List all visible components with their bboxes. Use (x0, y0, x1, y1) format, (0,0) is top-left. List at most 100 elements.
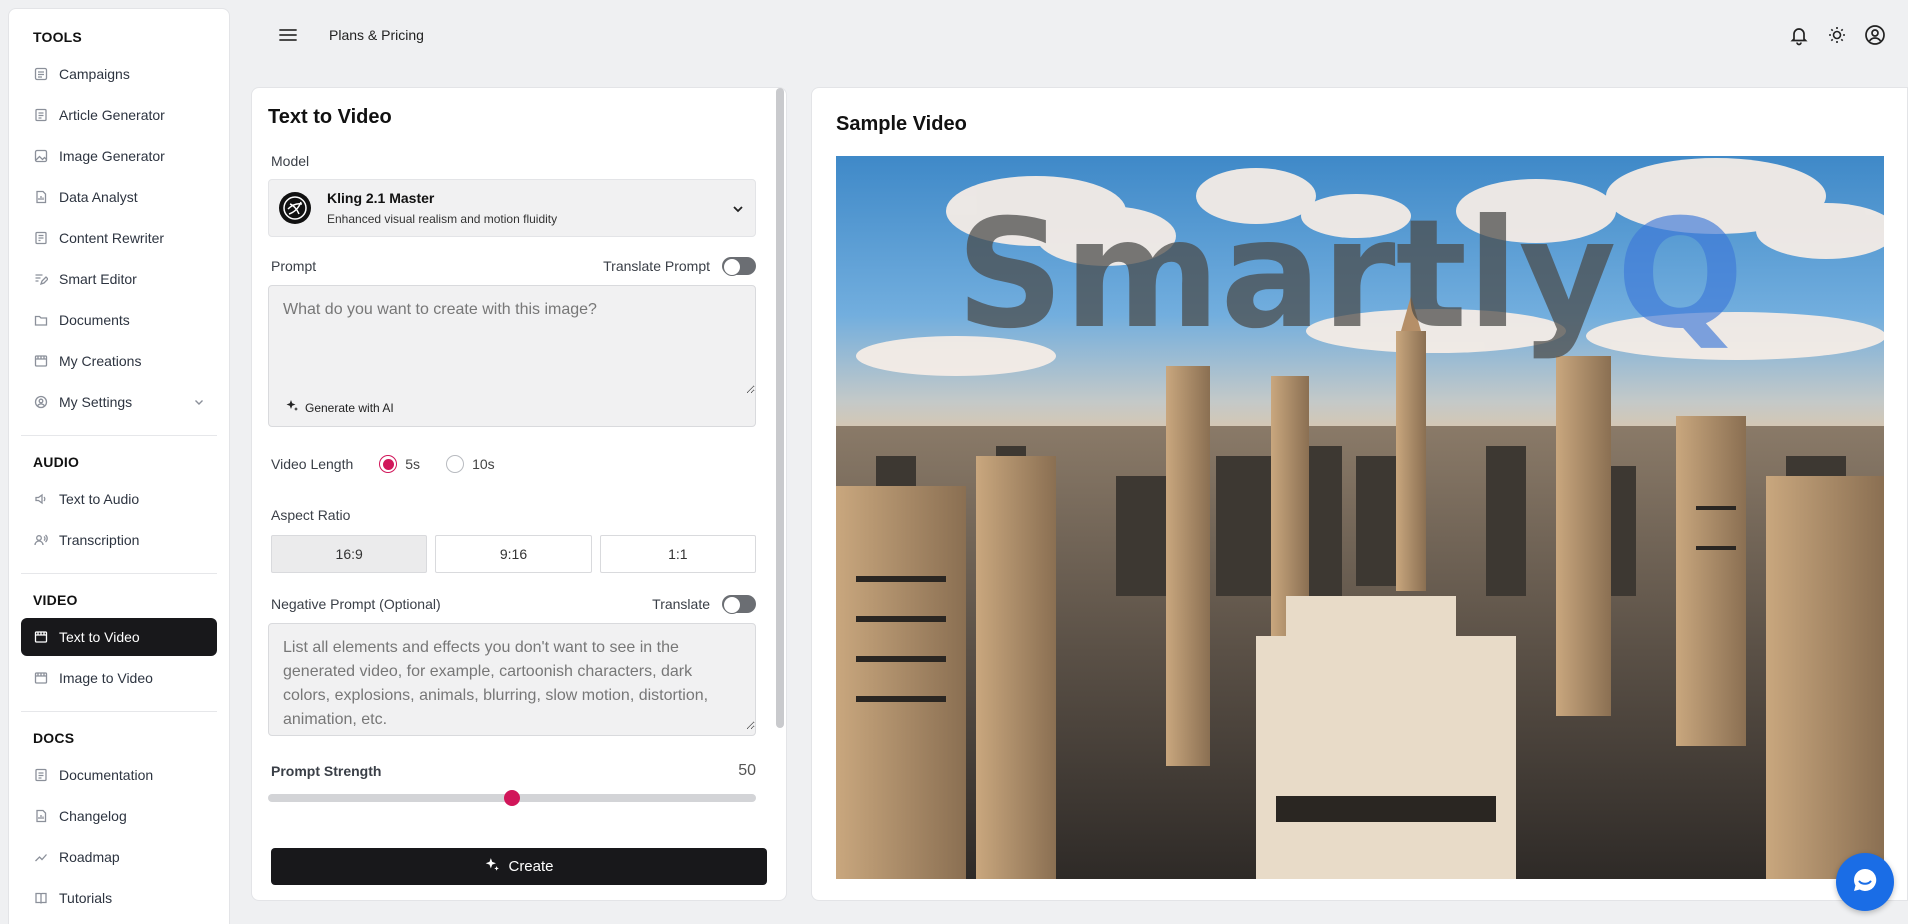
create-button[interactable]: Create (271, 848, 767, 885)
book-icon (33, 890, 49, 906)
negative-prompt-label: Negative Prompt (Optional) (271, 596, 441, 612)
model-name: Kling 2.1 Master (327, 190, 435, 206)
sidebar-item-roadmap[interactable]: Roadmap (21, 838, 217, 876)
sidebar-item-image-to-video[interactable]: Image to Video (21, 659, 217, 697)
form-heading: Text to Video (268, 106, 392, 128)
user-circle-icon (33, 394, 49, 410)
sidebar-divider (21, 573, 217, 574)
plans-pricing-link[interactable]: Plans & Pricing (329, 27, 424, 43)
kling-logo-icon (279, 192, 311, 224)
sidebar-item-my-creations[interactable]: My Creations (21, 342, 217, 380)
sidebar-item-label: Image Generator (59, 148, 165, 164)
chevron-down-icon (193, 395, 205, 411)
model-label: Model (271, 153, 310, 169)
prompt-input[interactable] (269, 286, 755, 394)
film-icon (33, 670, 49, 686)
smartlyq-watermark: SmartlyQ (956, 188, 1744, 362)
sidebar-item-data-analyst[interactable]: Data Analyst (21, 178, 217, 216)
prompt-strength-slider[interactable] (268, 790, 756, 806)
prompt-label: Prompt (271, 258, 317, 274)
generate-with-ai-button[interactable]: Generate with AI (269, 399, 755, 426)
preview-title: Sample Video (836, 113, 967, 135)
radio-10s[interactable] (446, 455, 465, 473)
sidebar-divider (21, 711, 217, 712)
sidebar-item-tutorials[interactable]: Tutorials (21, 879, 217, 917)
film-icon (33, 629, 49, 645)
section-title-video: VIDEO (33, 592, 78, 608)
video-length-label: Video Length (271, 456, 354, 472)
sidebar-item-text-to-audio[interactable]: Text to Audio (21, 480, 217, 518)
negative-prompt-box (268, 623, 756, 736)
sidebar-item-documents[interactable]: Documents (21, 301, 217, 339)
sidebar-divider (21, 435, 217, 436)
aspect-ratio-options: 16:9 9:16 1:1 (268, 535, 756, 573)
sidebar-item-label: Roadmap (59, 849, 120, 865)
generate-with-ai-label: Generate with AI (305, 400, 394, 415)
section-title-docs: DOCS (33, 730, 75, 746)
speaker-icon (33, 491, 49, 507)
account-icon[interactable] (1864, 24, 1886, 46)
sidebar-item-label: Transcription (59, 532, 140, 548)
model-select[interactable]: Kling 2.1 Master Enhanced visual realism… (268, 179, 756, 237)
aspect-16-9-button[interactable]: 16:9 (271, 535, 428, 573)
sidebar-item-my-settings[interactable]: My Settings (21, 383, 217, 421)
sparkle-icon (484, 857, 500, 877)
list-icon (33, 66, 49, 82)
topbar-actions (1788, 24, 1886, 46)
sidebar-item-label: Smart Editor (59, 271, 137, 287)
sidebar-item-label: Data Analyst (59, 189, 138, 205)
microphone-user-icon (33, 532, 49, 548)
edit-lines-icon (33, 271, 49, 287)
sidebar-item-content-rewriter[interactable]: Content Rewriter (21, 219, 217, 257)
text-to-video-panel: Text to Video Model Kling 2.1 Master Enh… (251, 87, 787, 901)
city-skyline-image: SmartlyQ (836, 156, 1884, 879)
prompt-strength-value: 50 (738, 762, 756, 779)
radio-5s[interactable] (379, 455, 398, 473)
negative-prompt-input[interactable] (269, 624, 755, 730)
sidebar-item-label: Image to Video (59, 670, 153, 686)
sidebar-item-smart-editor[interactable]: Smart Editor (21, 260, 217, 298)
panel-scrollbar[interactable] (776, 88, 784, 728)
translate-prompt-toggle[interactable] (722, 257, 756, 276)
aspect-ratio-label: Aspect Ratio (271, 507, 351, 523)
chat-icon (1850, 865, 1880, 900)
document-icon (33, 767, 49, 783)
sidebar-item-label: Tutorials (59, 890, 113, 906)
file-chart-icon (33, 808, 49, 824)
prompt-box: Generate with AI (268, 285, 756, 427)
aspect-9-16-button[interactable]: 9:16 (435, 535, 592, 573)
length-option-10s[interactable]: 10s (446, 455, 495, 473)
slider-thumb[interactable] (504, 790, 520, 806)
chevron-down-icon (731, 202, 745, 221)
translate-label: Translate (652, 596, 710, 612)
sidebar-item-label: Documentation (59, 767, 154, 783)
sidebar-item-text-to-video[interactable]: Text to Video (21, 618, 217, 656)
sidebar-item-changelog[interactable]: Changelog (21, 797, 217, 835)
image-icon (33, 148, 49, 164)
sun-icon[interactable] (1826, 24, 1848, 46)
translate-negative-toggle[interactable] (722, 595, 756, 614)
prompt-strength-label: Prompt Strength (271, 763, 382, 779)
section-title-tools: TOOLS (33, 29, 82, 45)
sample-video-player[interactable]: SmartlyQ (836, 156, 1884, 879)
document-icon (33, 107, 49, 123)
sidebar-item-label: Campaigns (59, 66, 130, 82)
sidebar-item-campaigns[interactable]: Campaigns (21, 55, 217, 93)
aspect-1-1-button[interactable]: 1:1 (599, 535, 756, 573)
length-option-5s[interactable]: 5s (379, 455, 420, 473)
sidebar-item-documentation[interactable]: Documentation (21, 756, 217, 794)
bell-icon[interactable] (1788, 24, 1810, 46)
sidebar-item-label: Text to Video (59, 629, 140, 645)
sidebar: TOOLS Campaigns Article Generator Image Gen… (8, 8, 230, 924)
file-chart-icon (33, 189, 49, 205)
sidebar-item-image-generator[interactable]: Image Generator (21, 137, 217, 175)
sidebar-item-article-generator[interactable]: Article Generator (21, 96, 217, 134)
sidebar-item-label: My Creations (59, 353, 142, 369)
sidebar-item-transcription[interactable]: Transcription (21, 521, 217, 559)
folder-icon (33, 312, 49, 328)
sidebar-item-label: My Settings (59, 394, 133, 410)
sidebar-item-label: Changelog (59, 808, 127, 824)
sample-video-panel: Sample Video SmartlyQ (811, 87, 1908, 901)
chat-support-button[interactable] (1836, 853, 1894, 911)
hamburger-menu-icon[interactable] (277, 24, 299, 46)
